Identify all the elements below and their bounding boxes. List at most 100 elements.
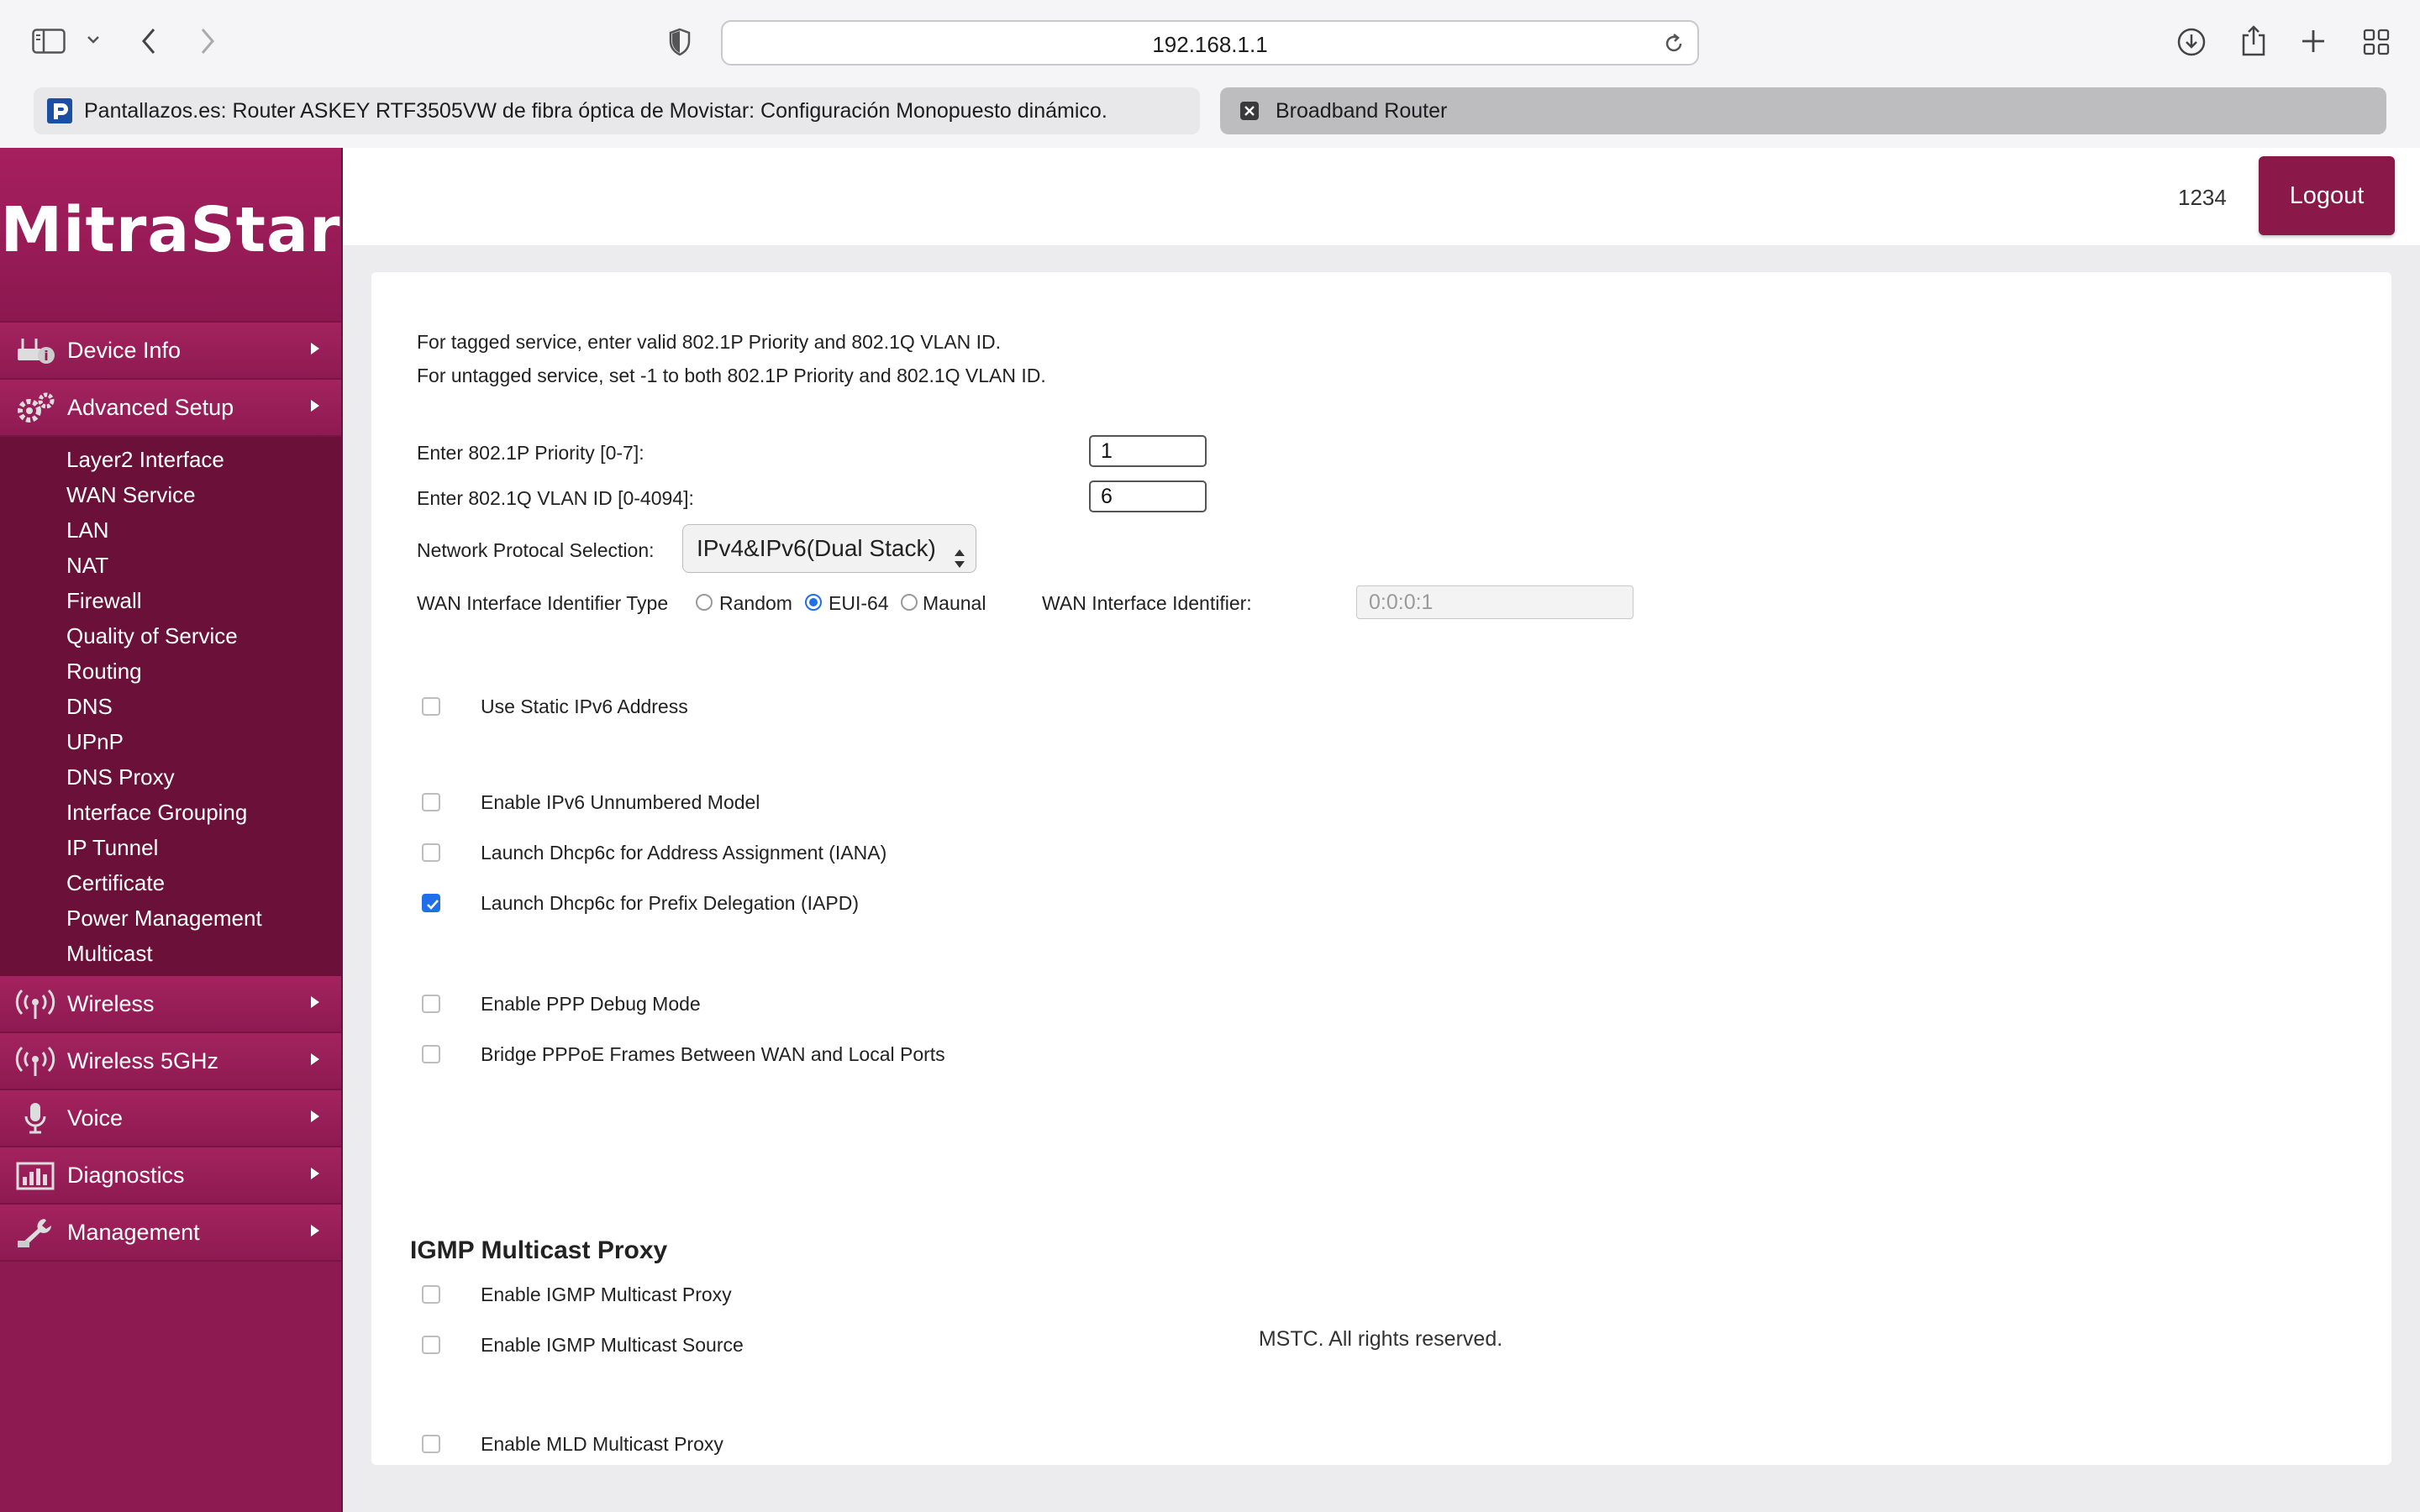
router-app: 1234 Logout MitraStar i Device Info Adva… (0, 148, 2420, 1512)
arrow-right-icon (311, 1110, 319, 1122)
mitrastar-logo: MitraStar (0, 194, 341, 266)
submenu-lan[interactable]: LAN (0, 512, 341, 548)
tab-title: Broadband Router (1276, 98, 1448, 123)
arrow-right-icon (311, 400, 319, 412)
intro-tagged-text: For tagged service, enter valid 802.1P P… (417, 331, 1002, 353)
igmp-proxy-checkbox[interactable] (422, 1285, 440, 1304)
igmp-proxy-label: Enable IGMP Multicast Proxy (481, 1284, 732, 1305)
arrow-right-icon (311, 1168, 319, 1179)
submenu-wan-service[interactable]: WAN Service (0, 477, 341, 512)
static-ipv6-label: Use Static IPv6 Address (481, 696, 688, 717)
ppp-debug-label: Enable PPP Debug Mode (481, 993, 701, 1015)
submenu-certificate[interactable]: Certificate (0, 865, 341, 900)
sidebar-item-voice[interactable]: Voice (0, 1090, 341, 1147)
ppp-debug-checkbox[interactable] (422, 995, 440, 1013)
dhcp6c-iana-checkbox[interactable] (422, 843, 440, 862)
radio-random-label: Random (719, 592, 792, 614)
sidebar: MitraStar i Device Info Advanced Setup L… (0, 148, 341, 1512)
sidebar-item-label: Diagnostics (67, 1162, 185, 1188)
arrow-right-icon (311, 343, 319, 354)
submenu-dns-proxy[interactable]: DNS Proxy (0, 759, 341, 795)
radio-random[interactable] (696, 594, 713, 611)
sidebar-item-label: Advanced Setup (67, 394, 234, 420)
address-bar[interactable]: 192.168.1.1 (721, 20, 1699, 66)
submenu-firewall[interactable]: Firewall (0, 583, 341, 618)
close-tab-icon[interactable] (1240, 102, 1259, 120)
dhcp6c-iana-label: Launch Dhcp6c for Address Assignment (IA… (481, 842, 887, 864)
protocol-select[interactable]: IPv4&IPv6(Dual Stack) (682, 524, 976, 573)
ipv6-unnumbered-checkbox[interactable] (422, 793, 440, 811)
submenu-dns[interactable]: DNS (0, 689, 341, 724)
mld-proxy-label: Enable MLD Multicast Proxy (481, 1433, 723, 1455)
wan-config-panel: For tagged service, enter valid 802.1P P… (371, 272, 2391, 1465)
sidebar-item-label: Wireless 5GHz (67, 1047, 219, 1074)
sidebar-item-label: Management (67, 1219, 200, 1245)
mld-proxy-checkbox[interactable] (422, 1435, 440, 1453)
radio-manual[interactable] (901, 594, 918, 611)
tab-pantallazos[interactable]: Pantallazos.es: Router ASKEY RTF3505VW d… (34, 87, 1200, 134)
radio-eui64-label: EUI-64 (829, 592, 889, 614)
tab-broadband-router[interactable]: Broadband Router (1220, 87, 2386, 134)
footer-copyright: MSTC. All rights reserved. (1258, 1327, 1503, 1351)
username-label: 1234 (2178, 185, 2227, 210)
logout-button[interactable]: Logout (2259, 156, 2395, 235)
diagnostics-chart-icon (13, 1156, 57, 1194)
new-tab-icon[interactable] (2301, 29, 2326, 54)
sidebar-toggle-icon[interactable] (32, 29, 66, 54)
wan-id-input[interactable]: 0:0:0:1 (1356, 585, 1634, 619)
checkmark-icon (427, 900, 439, 910)
reload-icon[interactable] (1662, 32, 1686, 60)
intro-untagged-text: For untagged service, set -1 to both 802… (417, 365, 1046, 386)
microphone-icon (13, 1099, 57, 1137)
submenu-interface-grouping[interactable]: Interface Grouping (0, 795, 341, 830)
sidebar-item-wireless-5ghz[interactable]: Wireless 5GHz (0, 1033, 341, 1090)
wan-id-label: WAN Interface Identifier: (1042, 592, 1252, 614)
chevron-down-icon[interactable] (86, 34, 101, 45)
sidebar-item-label: Device Info (67, 337, 182, 363)
sidebar-item-device-info[interactable]: i Device Info (0, 323, 341, 380)
downloads-icon[interactable] (2176, 27, 2207, 57)
arrow-right-icon (311, 996, 319, 1008)
arrow-right-icon (311, 1225, 319, 1236)
sidebar-item-label: Wireless (67, 990, 155, 1016)
sidebar-item-advanced-setup[interactable]: Advanced Setup (0, 380, 341, 437)
submenu-nat[interactable]: NAT (0, 548, 341, 583)
vlan-id-label: Enter 802.1Q VLAN ID [0-4094]: (417, 487, 694, 509)
browser-toolbar: 192.168.1.1 Pantallazos.es: Router ASKEY… (0, 0, 2420, 148)
sidebar-item-management[interactable]: Management (0, 1205, 341, 1262)
sidebar-item-label: Voice (67, 1105, 124, 1131)
submenu-ip-tunnel[interactable]: IP Tunnel (0, 830, 341, 865)
device-info-icon: i (13, 331, 57, 370)
priority-input[interactable]: 1 (1089, 435, 1207, 467)
submenu-layer2-interface[interactable]: Layer2 Interface (0, 442, 341, 477)
submenu-routing[interactable]: Routing (0, 654, 341, 689)
igmp-section-title: IGMP Multicast Proxy (410, 1236, 668, 1264)
wan-id-type-label: WAN Interface Identifier Type (417, 592, 669, 614)
bridge-pppoe-label: Bridge PPPoE Frames Between WAN and Loca… (481, 1043, 945, 1065)
submenu-upnp[interactable]: UPnP (0, 724, 341, 759)
forward-icon[interactable] (198, 27, 217, 55)
dhcp6c-iapd-checkbox[interactable] (422, 894, 440, 912)
share-icon[interactable] (2240, 24, 2267, 57)
submenu-power-management[interactable]: Power Management (0, 900, 341, 936)
tab-title: Pantallazos.es: Router ASKEY RTF3505VW d… (84, 98, 1107, 123)
bridge-pppoe-checkbox[interactable] (422, 1045, 440, 1063)
tab-overview-icon[interactable] (2363, 29, 2390, 55)
radio-manual-label: Maunal (923, 592, 986, 614)
dhcp6c-iapd-label: Launch Dhcp6c for Prefix Delegation (IAP… (481, 892, 859, 914)
gears-icon (13, 388, 57, 427)
back-icon[interactable] (139, 27, 158, 55)
address-text[interactable]: 192.168.1.1 (723, 32, 1697, 58)
radio-eui64[interactable] (805, 594, 822, 611)
wireless-icon (13, 984, 57, 1023)
arrow-right-icon (311, 1053, 319, 1065)
wrench-icon (13, 1213, 57, 1252)
submenu-multicast[interactable]: Multicast (0, 936, 341, 971)
static-ipv6-checkbox[interactable] (422, 697, 440, 716)
submenu-quality-of-service[interactable]: Quality of Service (0, 618, 341, 654)
sidebar-item-wireless[interactable]: Wireless (0, 976, 341, 1033)
vlan-id-input[interactable]: 6 (1089, 480, 1207, 512)
privacy-shield-icon[interactable] (668, 28, 692, 56)
sidebar-item-diagnostics[interactable]: Diagnostics (0, 1147, 341, 1205)
ipv6-unnumbered-label: Enable IPv6 Unnumbered Model (481, 791, 760, 813)
